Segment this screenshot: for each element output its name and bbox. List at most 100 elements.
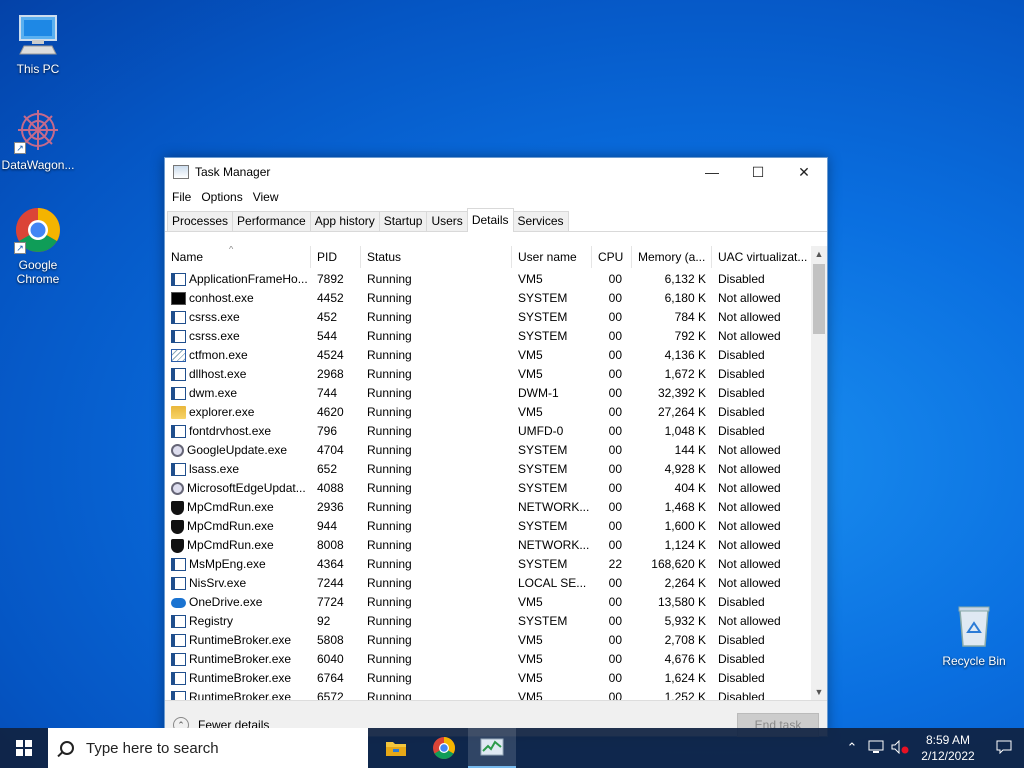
desktop-icon-datawagon[interactable]: ↗ DataWagon... bbox=[0, 106, 76, 172]
process-mem-cell: 32,392 K bbox=[657, 386, 706, 400]
column-header-pid[interactable]: PID bbox=[311, 246, 361, 268]
scroll-up-arrow-icon[interactable]: ▲ bbox=[811, 246, 827, 262]
tab-bar: Processes Performance App history Startu… bbox=[165, 208, 827, 232]
process-status-cell: Running bbox=[367, 595, 412, 609]
process-cpu-cell: 00 bbox=[608, 405, 622, 419]
process-name: ApplicationFrameHo... bbox=[189, 272, 308, 286]
process-name: lsass.exe bbox=[189, 462, 240, 476]
taskbar-chrome[interactable] bbox=[420, 728, 468, 768]
tab-users[interactable]: Users bbox=[426, 211, 468, 231]
tab-performance[interactable]: Performance bbox=[232, 211, 311, 231]
process-uac-cell: Not allowed bbox=[718, 291, 781, 305]
table-row[interactable]: RuntimeBroker.exe 5808 Running VM5 00 2,708 K… bbox=[165, 631, 811, 650]
task-manager-window: Task Manager — ☐ ✕ File Options View Pro… bbox=[164, 157, 828, 737]
maximize-button[interactable]: ☐ bbox=[735, 158, 781, 186]
title-bar[interactable]: Task Manager — ☐ ✕ bbox=[165, 158, 827, 186]
tab-details[interactable]: Details bbox=[466, 208, 514, 232]
desktop-icon-this-pc[interactable]: This PC bbox=[0, 10, 76, 76]
column-header-cpu[interactable]: CPU bbox=[592, 246, 632, 268]
menu-file[interactable]: File bbox=[167, 190, 196, 204]
table-row[interactable]: fontdrvhost.exe 796 Running UMFD-0 00 1,048 K… bbox=[165, 422, 811, 441]
process-uac-cell: Not allowed bbox=[718, 538, 781, 552]
start-button[interactable] bbox=[0, 728, 48, 768]
table-row[interactable]: MpCmdRun.exe 944 Running SYSTEM 00 1,600 K Not… bbox=[165, 517, 811, 536]
computer-icon bbox=[14, 10, 62, 58]
scrollbar-thumb[interactable] bbox=[813, 264, 825, 334]
desktop-icon-label: Recycle Bin bbox=[942, 654, 1006, 668]
table-row[interactable]: csrss.exe 452 Running SYSTEM 00 784 K Not allo… bbox=[165, 308, 811, 327]
process-name: MsMpEng.exe bbox=[189, 557, 266, 571]
notification-icon[interactable] bbox=[984, 740, 1024, 757]
menu-options[interactable]: Options bbox=[196, 190, 247, 204]
table-row[interactable]: ctfmon.exe 4524 Running VM5 00 4,136 K Disable… bbox=[165, 346, 811, 365]
process-cpu-cell: 00 bbox=[608, 386, 622, 400]
table-body: ApplicationFrameHo... 7892 Running VM5 00 6,1… bbox=[165, 270, 811, 700]
process-shield-icon bbox=[171, 538, 184, 553]
process-name-cell: lsass.exe bbox=[165, 460, 311, 479]
table-row[interactable]: dwm.exe 744 Running DWM-1 00 32,392 K Disabled bbox=[165, 384, 811, 403]
process-status-cell: Running bbox=[367, 405, 412, 419]
table-row[interactable]: GoogleUpdate.exe 4704 Running SYSTEM 00 144 K… bbox=[165, 441, 811, 460]
menu-view[interactable]: View bbox=[248, 190, 284, 204]
system-tray: ⌃ 8:59 AM 2/12/2022 bbox=[840, 728, 1024, 768]
desktop-icon-recycle-bin[interactable]: Recycle Bin bbox=[936, 602, 1012, 668]
table-row[interactable]: MsMpEng.exe 4364 Running SYSTEM 22 168,620 K N… bbox=[165, 555, 811, 574]
table-row[interactable]: conhost.exe 4452 Running SYSTEM 00 6,180 K Not… bbox=[165, 289, 811, 308]
tab-app-history[interactable]: App history bbox=[309, 211, 380, 231]
table-row[interactable]: lsass.exe 652 Running SYSTEM 00 4,928 K Not al… bbox=[165, 460, 811, 479]
process-uac-cell: Disabled bbox=[718, 272, 765, 286]
taskbar-task-manager[interactable] bbox=[468, 728, 516, 768]
scroll-down-arrow-icon[interactable]: ▼ bbox=[811, 684, 827, 700]
process-name: RuntimeBroker.exe bbox=[189, 671, 292, 685]
table-row[interactable]: Registry 92 Running SYSTEM 00 5,932 K Not allo… bbox=[165, 612, 811, 631]
column-header-status[interactable]: Status bbox=[361, 246, 512, 268]
process-cloud-icon bbox=[171, 597, 186, 608]
volume-muted-icon[interactable] bbox=[888, 739, 912, 757]
process-user-cell: LOCAL SE... bbox=[518, 576, 587, 590]
table-row[interactable]: explorer.exe 4620 Running VM5 00 27,264 K Disa… bbox=[165, 403, 811, 422]
process-pid-cell: 8008 bbox=[317, 538, 344, 552]
taskbar-search-box[interactable]: Type here to search bbox=[48, 728, 368, 768]
process-status-cell: Running bbox=[367, 633, 412, 647]
process-user-cell: SYSTEM bbox=[518, 557, 568, 571]
tab-startup[interactable]: Startup bbox=[378, 211, 428, 231]
column-header-uac[interactable]: UAC virtualizat... bbox=[712, 246, 811, 268]
process-pid-cell: 452 bbox=[317, 310, 338, 324]
taskbar-file-explorer[interactable] bbox=[372, 728, 420, 768]
table-row[interactable]: MicrosoftEdgeUpdat... 4088 Running SYSTEM 00… bbox=[165, 479, 811, 498]
process-mem-cell: 404 K bbox=[674, 481, 706, 495]
process-uac-cell: Disabled bbox=[718, 367, 765, 381]
column-header-name[interactable]: Name ^ bbox=[165, 246, 311, 268]
table-row[interactable]: MpCmdRun.exe 8008 Running NETWORK... 00 1,124… bbox=[165, 536, 811, 555]
process-mem-cell: 4,676 K bbox=[664, 652, 706, 666]
minimize-button[interactable]: — bbox=[689, 158, 735, 186]
taskbar-clock[interactable]: 8:59 AM 2/12/2022 bbox=[912, 732, 984, 764]
table-row[interactable]: dllhost.exe 2968 Running VM5 00 1,672 K Disabl… bbox=[165, 365, 811, 384]
table-row[interactable]: NisSrv.exe 7244 Running LOCAL SE... 00 2,264 … bbox=[165, 574, 811, 593]
table-row[interactable]: csrss.exe 544 Running SYSTEM 00 792 K Not allo… bbox=[165, 327, 811, 346]
table-row[interactable]: RuntimeBroker.exe 6040 Running VM5 00 4,676 K… bbox=[165, 650, 811, 669]
close-button[interactable]: ✕ bbox=[781, 158, 827, 186]
clock-time: 8:59 AM bbox=[925, 733, 971, 747]
desktop-icon-chrome[interactable]: ↗ Google Chrome bbox=[0, 206, 76, 286]
table-row[interactable]: ApplicationFrameHo... 7892 Running VM5 00 6,1… bbox=[165, 270, 811, 289]
process-folder-icon bbox=[171, 406, 186, 419]
process-name: RuntimeBroker.exe bbox=[189, 690, 292, 700]
chevron-up-icon[interactable]: ⌃ bbox=[840, 740, 864, 756]
tab-services[interactable]: Services bbox=[512, 211, 569, 231]
network-icon[interactable] bbox=[864, 740, 888, 757]
process-mem-cell: 168,620 K bbox=[651, 557, 706, 571]
table-row[interactable]: RuntimeBroker.exe 6572 Running VM5 00 1,252 K… bbox=[165, 688, 811, 700]
table-row[interactable]: RuntimeBroker.exe 6764 Running VM5 00 1,624 K… bbox=[165, 669, 811, 688]
column-header-user-name[interactable]: User name bbox=[512, 246, 592, 268]
process-user-cell: SYSTEM bbox=[518, 614, 568, 628]
process-name-cell: MsMpEng.exe bbox=[165, 555, 311, 574]
process-app-icon bbox=[171, 558, 186, 571]
table-row[interactable]: OneDrive.exe 7724 Running VM5 00 13,580 K Disa… bbox=[165, 593, 811, 612]
tab-processes[interactable]: Processes bbox=[167, 211, 234, 231]
process-cpu-cell: 00 bbox=[608, 595, 622, 609]
process-user-cell: UMFD-0 bbox=[518, 424, 564, 438]
column-header-memory[interactable]: Memory (a... bbox=[632, 246, 712, 268]
table-row[interactable]: MpCmdRun.exe 2936 Running NETWORK... 00 1,468… bbox=[165, 498, 811, 517]
vertical-scrollbar[interactable]: ▲ ▼ bbox=[811, 246, 827, 700]
